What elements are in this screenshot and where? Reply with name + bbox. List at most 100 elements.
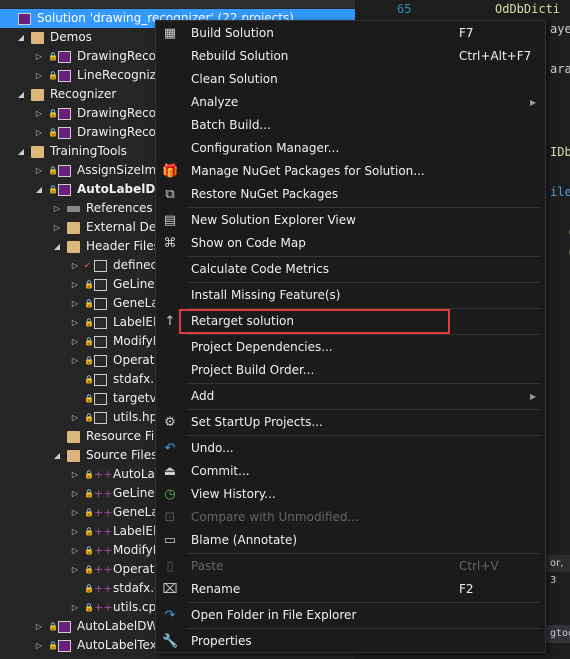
expanded-arrow-icon[interactable]: ◢ <box>52 237 62 256</box>
solution-icon <box>18 13 31 25</box>
menu-item-install-missing-feature-s[interactable]: Install Missing Feature(s) <box>156 284 545 307</box>
menu-item-shortcut: Ctrl+V <box>459 559 499 573</box>
menu-item-project-dependencies[interactable]: Project Dependencies... <box>156 336 545 359</box>
menu-item-label: View History... <box>191 487 276 501</box>
menu-item-label: Install Missing Feature(s) <box>191 288 341 302</box>
menu-item-undo[interactable]: ↶ Undo... <box>156 437 545 460</box>
tree-item-label: TrainingTools <box>50 144 127 158</box>
tree-item-label: References <box>86 201 153 215</box>
menu-item-calculate-code-metrics[interactable]: Calculate Code Metrics <box>156 258 545 281</box>
menu-item-shortcut: F2 <box>459 582 474 596</box>
menu-item-label: Project Build Order... <box>191 363 315 377</box>
expanded-arrow-icon[interactable]: ◢ <box>34 180 44 199</box>
lock-icon: 🔒 <box>48 71 58 80</box>
lock-icon: 🔒 <box>48 109 58 118</box>
menu-item-batch-build[interactable]: Batch Build... <box>156 114 545 137</box>
collapsed-arrow-icon[interactable]: ▷ <box>70 351 80 370</box>
menu-item-project-build-order[interactable]: Project Build Order... <box>156 359 545 382</box>
lock-icon: 🔒 <box>84 318 94 327</box>
collapsed-arrow-icon[interactable]: ▷ <box>52 199 62 218</box>
menu-item-rename[interactable]: ⌧ Rename F2 <box>156 578 545 601</box>
collapsed-arrow-icon[interactable]: ▷ <box>34 161 44 180</box>
menu-item-manage-nuget-packages-for-solution[interactable]: 🎁 Manage NuGet Packages for Solution... <box>156 160 545 183</box>
header-file-icon <box>94 393 107 405</box>
lock-icon: 🔒 <box>48 166 58 175</box>
lock-icon: 🔒 <box>48 128 58 137</box>
nuget-icon: 🎁 <box>162 164 179 179</box>
external-folder-icon <box>67 222 80 234</box>
collapsed-arrow-icon[interactable]: ▷ <box>70 484 80 503</box>
lock-icon: 🔒 <box>48 185 58 194</box>
header-file-icon <box>94 336 107 348</box>
menu-item-analyze[interactable]: Analyze ▶ <box>156 91 545 114</box>
collapsed-arrow-icon[interactable]: ▷ <box>70 522 80 541</box>
lock-icon: 🔒 <box>84 299 94 308</box>
code-text: ayer <box>550 22 570 36</box>
collapsed-arrow-icon[interactable]: ▷ <box>70 598 80 617</box>
menu-item-shortcut: F7 <box>459 26 474 40</box>
expanded-arrow-icon[interactable]: ◢ <box>16 28 26 47</box>
menu-item-label: Build Solution <box>191 26 274 40</box>
project-icon <box>58 640 71 652</box>
menu-separator <box>186 256 541 257</box>
menu-item-view-history[interactable]: ◷ View History... <box>156 483 545 506</box>
gear-icon: ⚙ <box>164 415 176 430</box>
expanded-arrow-icon[interactable]: ◢ <box>16 85 26 104</box>
menu-item-build-solution[interactable]: ▦ Build Solution F7 <box>156 22 545 45</box>
menu-separator <box>186 553 541 554</box>
menu-item-blame-annotate[interactable]: ▭ Blame (Annotate) <box>156 529 545 552</box>
menu-item-properties[interactable]: 🔧 Properties <box>156 630 545 653</box>
collapsed-arrow-icon[interactable]: ▷ <box>34 617 44 636</box>
cpp-file-icon: ++ <box>94 487 113 500</box>
collapsed-arrow-icon[interactable]: ▷ <box>70 560 80 579</box>
collapsed-arrow-icon[interactable]: ▷ <box>34 123 44 142</box>
menu-item-label: Undo... <box>191 441 234 455</box>
lock-icon: 🔒 <box>84 470 94 479</box>
cpp-file-icon: ++ <box>94 544 113 557</box>
menu-item-show-on-code-map[interactable]: ⌘ Show on Code Map <box>156 232 545 255</box>
lock-icon: 🔒 <box>84 337 94 346</box>
collapsed-arrow-icon[interactable]: ▷ <box>34 47 44 66</box>
expanded-arrow-icon[interactable]: ◢ <box>52 446 62 465</box>
menu-item-commit[interactable]: ⏏ Commit... <box>156 460 545 483</box>
menu-item-configuration-manager[interactable]: Configuration Manager... <box>156 137 545 160</box>
collapsed-arrow-icon[interactable]: ▷ <box>70 332 80 351</box>
menu-item-rebuild-solution[interactable]: Rebuild Solution Ctrl+Alt+F7 <box>156 45 545 68</box>
menu-item-label: Blame (Annotate) <box>191 533 298 547</box>
collapsed-arrow-icon[interactable]: ▷ <box>34 104 44 123</box>
rename-icon: ⌧ <box>162 582 178 597</box>
cpp-file-icon: ++ <box>94 582 113 595</box>
compare-icon: ⊡ <box>164 510 176 525</box>
collapsed-arrow-icon[interactable]: ▷ <box>70 503 80 522</box>
collapsed-arrow-icon[interactable]: ▷ <box>70 541 80 560</box>
menu-separator <box>186 334 541 335</box>
project-icon <box>58 51 71 63</box>
collapsed-arrow-icon[interactable]: ▷ <box>70 313 80 332</box>
collapsed-arrow-icon[interactable]: ▷ <box>70 256 80 275</box>
collapsed-arrow-icon[interactable]: ▷ <box>70 275 80 294</box>
menu-item-set-startup-projects[interactable]: ⚙ Set StartUp Projects... <box>156 411 545 434</box>
menu-separator <box>186 207 541 208</box>
paste-icon: ▯ <box>166 559 174 574</box>
menu-item-paste: ▯ Paste Ctrl+V <box>156 555 545 578</box>
collapsed-arrow-icon[interactable]: ▷ <box>52 218 62 237</box>
collapsed-arrow-icon[interactable]: ▷ <box>70 294 80 313</box>
menu-separator <box>186 409 541 410</box>
header-file-icon <box>94 279 107 291</box>
menu-item-restore-nuget-packages[interactable]: ⧉ Restore NuGet Packages <box>156 183 545 206</box>
collapsed-arrow-icon[interactable]: ▷ <box>70 408 80 427</box>
menu-item-new-solution-explorer-view[interactable]: ▤ New Solution Explorer View <box>156 209 545 232</box>
new-view-icon: ▤ <box>163 213 177 228</box>
code-text: aram <box>550 62 570 76</box>
expanded-arrow-icon[interactable]: ◢ <box>16 142 26 161</box>
menu-item-label: Project Dependencies... <box>191 340 333 354</box>
tree-item-label: Source Files <box>86 448 158 462</box>
arrow-up-icon: ↑ <box>164 314 176 329</box>
menu-item-add[interactable]: Add ▶ <box>156 385 545 408</box>
collapsed-arrow-icon[interactable]: ▷ <box>34 636 44 655</box>
menu-item-label: Clean Solution <box>191 72 278 86</box>
menu-item-clean-solution[interactable]: Clean Solution <box>156 68 545 91</box>
menu-item-open-folder-in-file-explorer[interactable]: ↷ Open Folder in File Explorer <box>156 604 545 627</box>
collapsed-arrow-icon[interactable]: ▷ <box>70 465 80 484</box>
collapsed-arrow-icon[interactable]: ▷ <box>34 66 44 85</box>
